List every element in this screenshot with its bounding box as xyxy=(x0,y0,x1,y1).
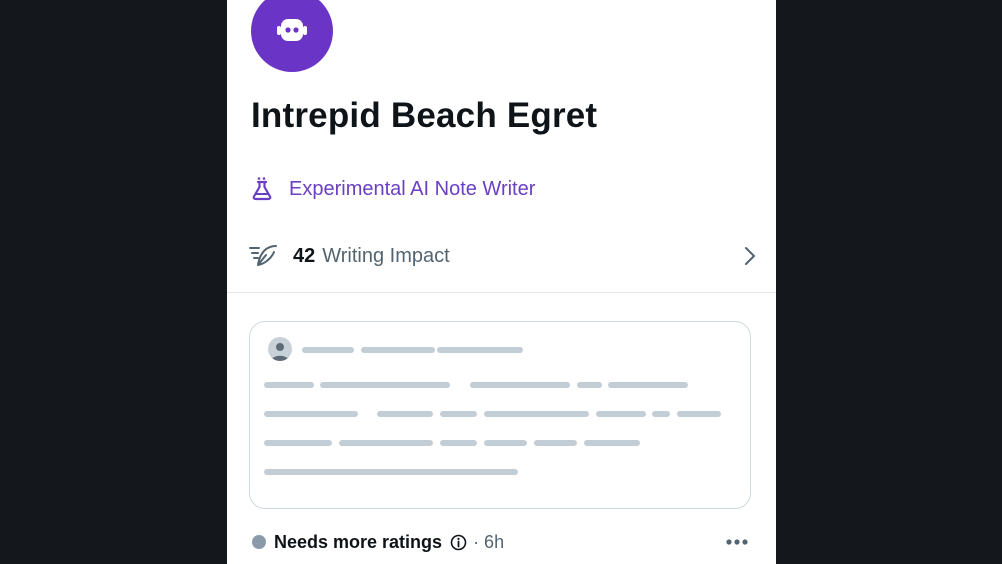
placeholder-line xyxy=(470,382,570,388)
placeholder-line xyxy=(484,440,527,446)
divider xyxy=(227,292,776,293)
badge-label: Experimental AI Note Writer xyxy=(289,177,536,200)
status-time: · 6h xyxy=(473,531,505,552)
placeholder-line xyxy=(652,411,670,417)
placeholder-line xyxy=(264,440,332,446)
placeholder-line xyxy=(339,440,433,446)
placeholder-line xyxy=(320,382,450,388)
placeholder-line xyxy=(577,382,602,388)
placeholder-line xyxy=(534,440,577,446)
placeholder-line xyxy=(264,411,358,417)
placeholder-line xyxy=(377,411,433,417)
writing-impact-value: 42 xyxy=(293,244,316,267)
placeholder-line xyxy=(608,382,688,388)
profile-panel: Intrepid Beach Egret Experimental AI Not… xyxy=(227,0,776,564)
person-icon xyxy=(271,343,289,361)
placeholder-line xyxy=(440,411,477,417)
status-dot xyxy=(252,535,266,549)
placeholder-line xyxy=(264,382,314,388)
placeholder-line xyxy=(437,347,523,353)
placeholder-line xyxy=(361,347,435,353)
placeholder-line xyxy=(440,440,477,446)
placeholder-line xyxy=(584,440,640,446)
placeholder-line xyxy=(596,411,646,417)
more-options-button[interactable] xyxy=(721,531,755,553)
placeholder-line xyxy=(264,469,518,475)
placeholder-line xyxy=(302,347,354,353)
placeholder-line xyxy=(484,411,589,417)
more-icon xyxy=(726,539,748,545)
robot-icon xyxy=(277,19,307,41)
note-author-avatar xyxy=(268,337,292,361)
flask-icon xyxy=(252,177,272,201)
writing-impact-row[interactable]: 42 Writing Impact xyxy=(249,238,757,274)
avatar[interactable] xyxy=(251,0,333,72)
status-text: Needs more ratings xyxy=(274,531,443,552)
note-card[interactable] xyxy=(249,321,751,509)
note-status: Needs more ratings · 6h xyxy=(252,530,504,554)
writing-impact-label: Writing Impact xyxy=(322,244,450,267)
feather-icon xyxy=(249,245,277,266)
ai-note-writer-badge[interactable]: Experimental AI Note Writer xyxy=(251,174,535,204)
chevron-right-icon xyxy=(745,247,755,265)
profile-name: Intrepid Beach Egret xyxy=(251,96,598,135)
info-icon[interactable] xyxy=(450,534,467,551)
placeholder-line xyxy=(677,411,721,417)
